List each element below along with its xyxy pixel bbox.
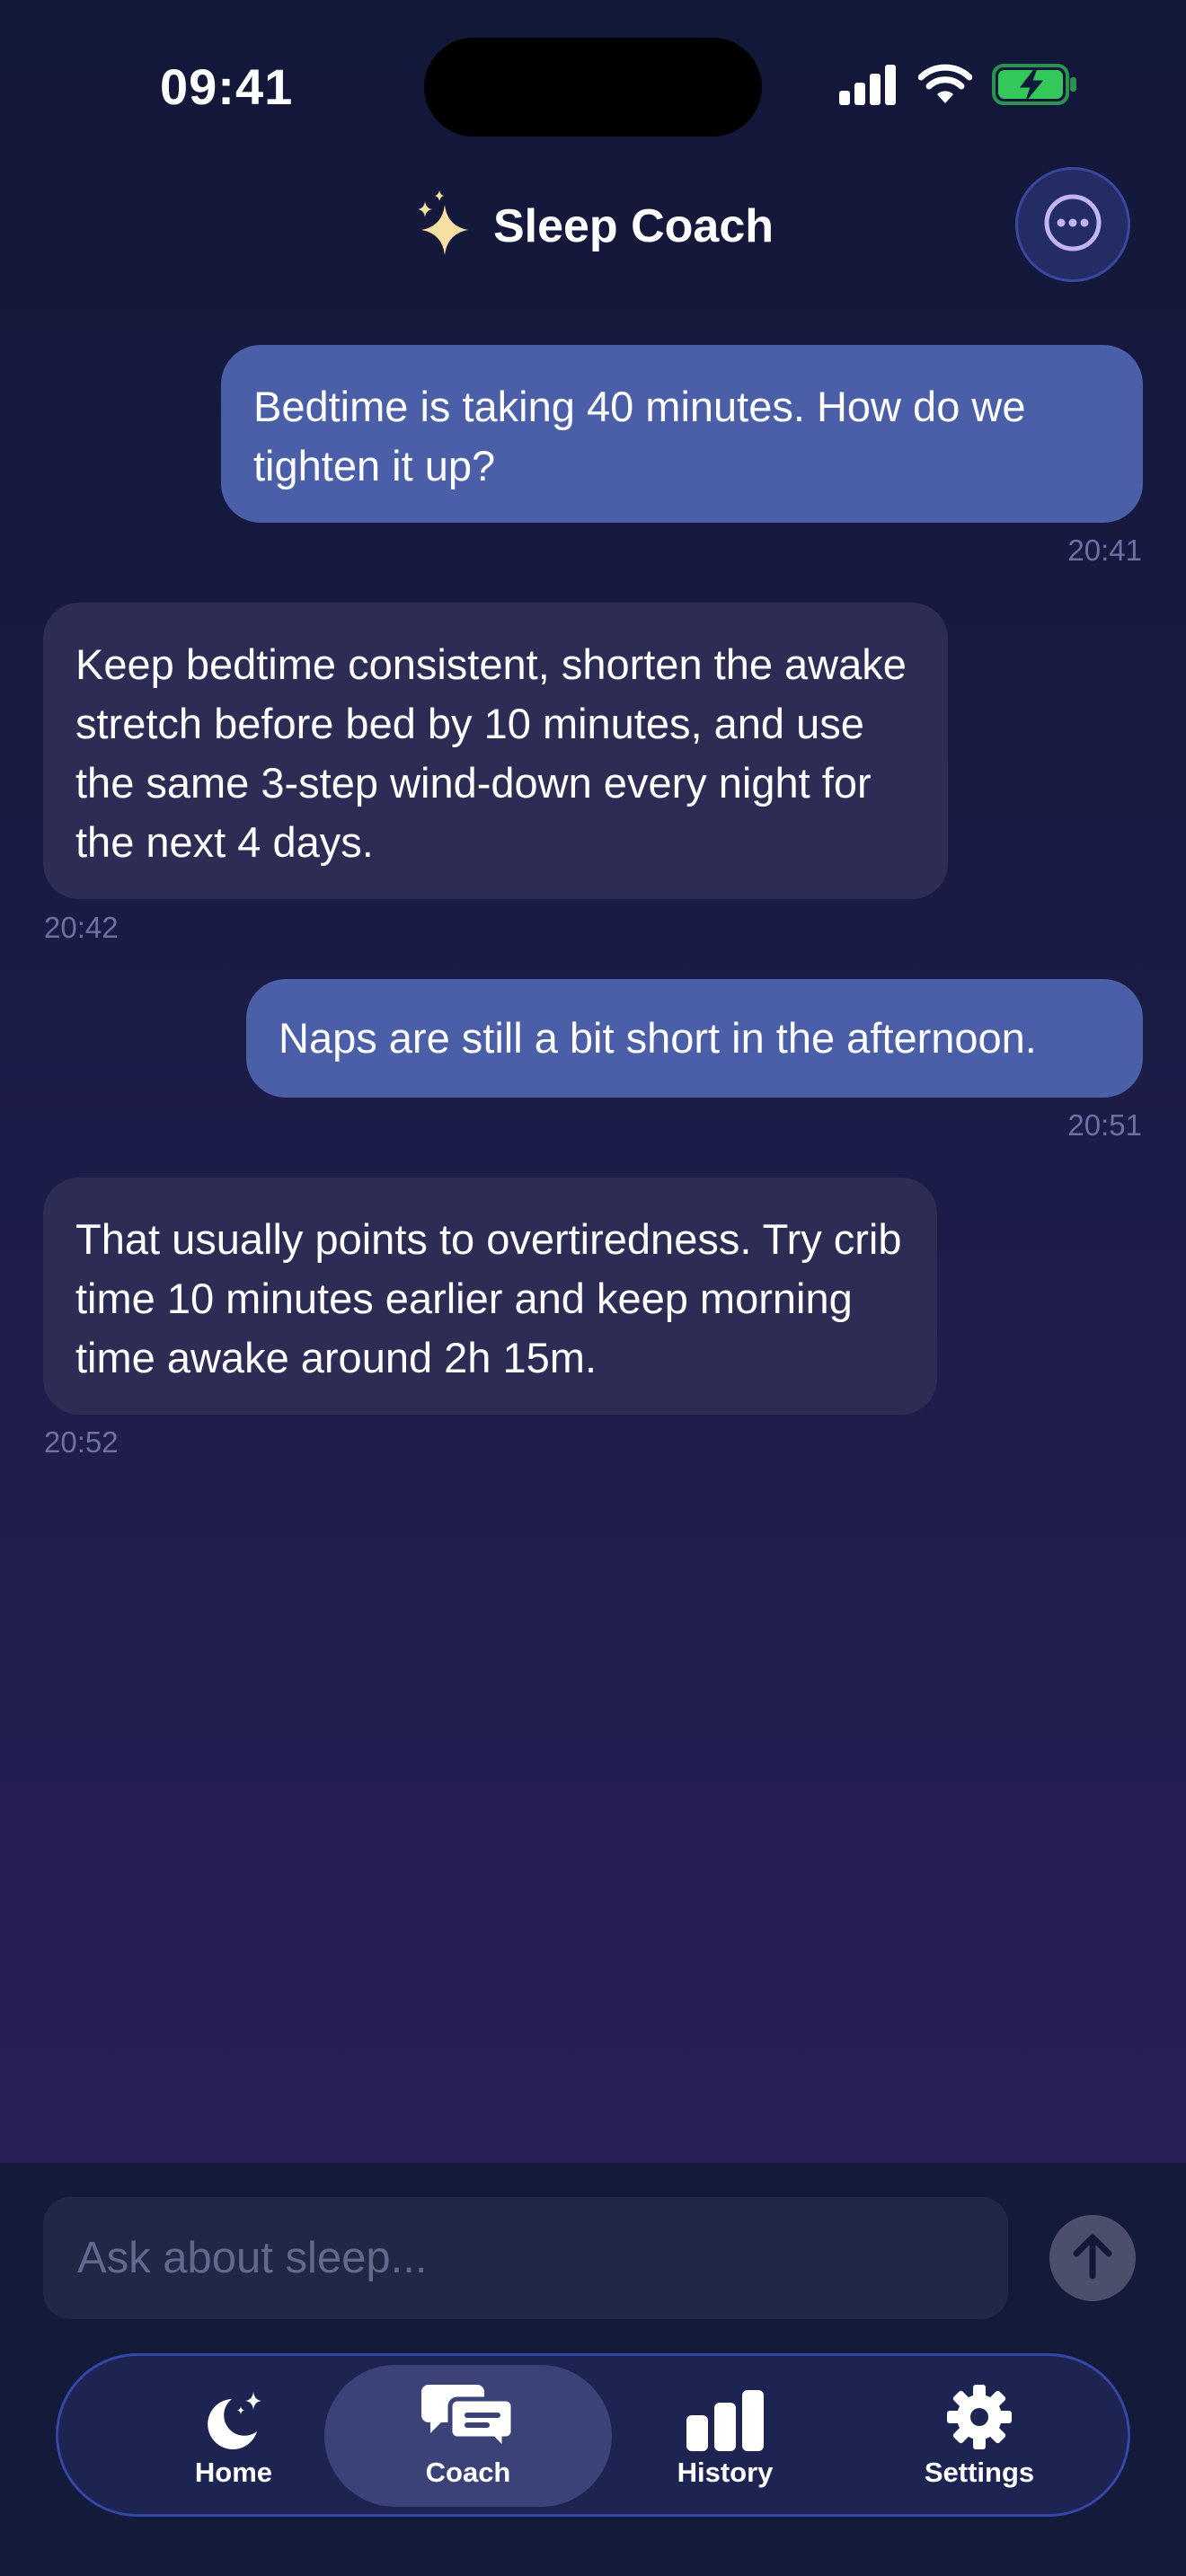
moon-stars-icon [198, 2383, 270, 2451]
message-timestamp: 20:41 [1067, 534, 1142, 567]
tab-label: History [677, 2457, 774, 2488]
message-input[interactable] [43, 2197, 1008, 2319]
status-time: 09:41 [160, 58, 294, 115]
battery-charging-icon [992, 63, 1078, 110]
user-message: Naps are still a bit short in the aftern… [246, 979, 1143, 1098]
coach-message: Keep bedtime consistent, shorten the awa… [43, 603, 948, 899]
tab-label: Home [194, 2457, 273, 2488]
status-icons [837, 63, 1078, 110]
ellipsis-circle-icon [1042, 192, 1103, 258]
tab-settings[interactable]: Settings [867, 2365, 1092, 2507]
coach-message: That usually points to overtiredness. Tr… [43, 1178, 937, 1415]
user-message: Bedtime is taking 40 minutes. How do we … [221, 345, 1143, 523]
tab-coach[interactable]: Coach [324, 2365, 612, 2507]
tab-home[interactable]: Home [148, 2365, 319, 2507]
message-timestamp: 20:52 [44, 1425, 119, 1459]
tab-label: Coach [425, 2457, 511, 2488]
dynamic-island [424, 38, 762, 137]
chat-bubbles-icon [421, 2383, 515, 2451]
tab-history[interactable]: History [617, 2365, 833, 2507]
message-timestamp: 20:51 [1067, 1108, 1142, 1142]
send-button[interactable] [1049, 2215, 1136, 2301]
tab-label: Settings [924, 2457, 1035, 2488]
wifi-icon [917, 64, 973, 110]
gear-icon [945, 2383, 1013, 2451]
cellular-signal-icon [837, 64, 898, 110]
arrow-up-icon [1069, 2231, 1116, 2286]
message-timestamp: 20:42 [44, 911, 119, 944]
more-options-button[interactable] [1015, 167, 1130, 282]
bar-chart-icon [685, 2383, 766, 2451]
page-header: Sleep Coach [0, 190, 1186, 262]
sparkles-icon [412, 190, 472, 263]
page-title: Sleep Coach [492, 200, 774, 252]
tab-bar: Home Coach History Settings [56, 2353, 1130, 2517]
